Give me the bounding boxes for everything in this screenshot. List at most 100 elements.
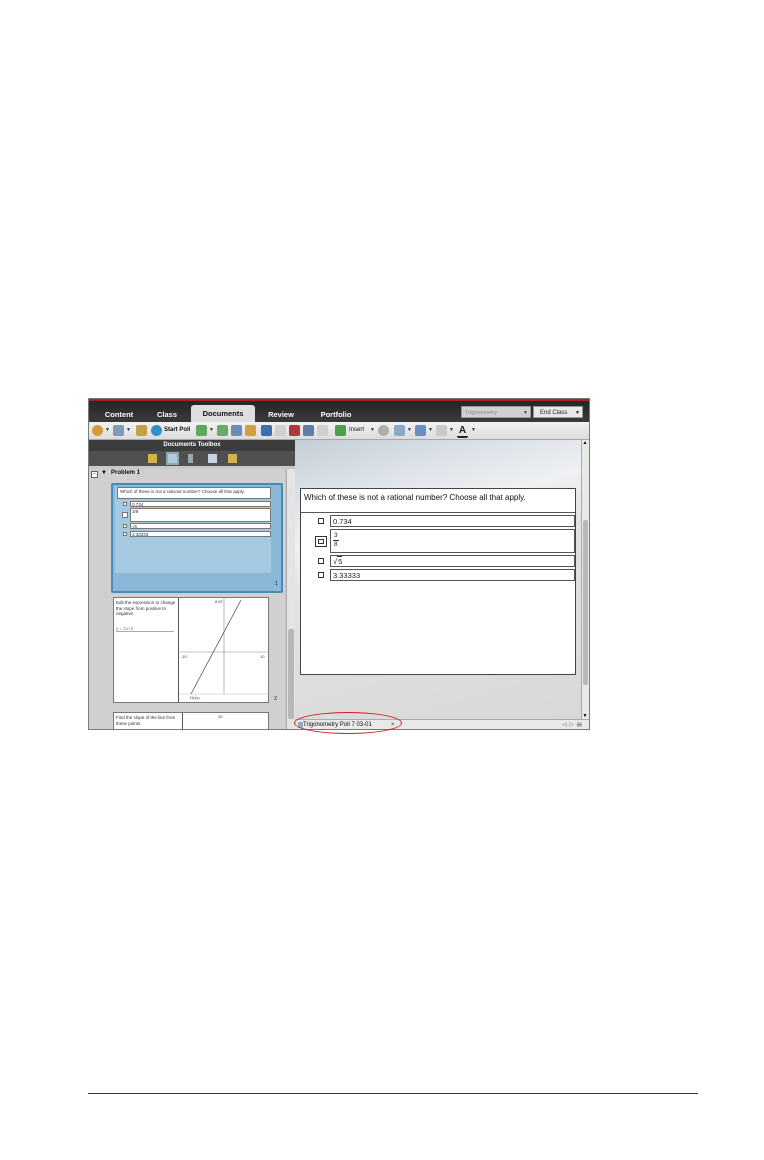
square-root: √5 [333, 556, 343, 566]
users-icon[interactable] [92, 425, 103, 436]
thumb-choice: √5 [130, 523, 271, 529]
table-icon[interactable] [394, 425, 405, 436]
collapse-icon[interactable]: − [91, 471, 98, 478]
documents-toolbox-panel: Documents Toolbox − ▼ Problem 1 Which of… [89, 440, 295, 729]
tools-icon[interactable] [148, 454, 157, 463]
close-icon[interactable]: × [391, 721, 395, 729]
fill-color-icon[interactable] [415, 425, 426, 436]
thumb-question-text: Which of these is not a rational number?… [120, 489, 245, 494]
thumb-choice-text: 3/8 [132, 509, 139, 514]
thumb-choice: 0.734 [130, 501, 271, 507]
chevron-down-icon[interactable]: ▼ [428, 425, 433, 436]
page-sorter-icon[interactable] [166, 452, 179, 465]
thumb2-expression: y = 1x+2 [116, 626, 174, 632]
thumb-choice-text: 3.33333 [132, 532, 149, 537]
fraction-denominator: 8 [334, 541, 338, 548]
copy-icon[interactable] [303, 425, 314, 436]
toolbox-icon-bar [89, 451, 295, 466]
thumb-choice-text: 0.734 [132, 502, 144, 507]
thumb-checkbox [123, 524, 127, 528]
folder-icon[interactable] [228, 454, 237, 463]
thumb3-text: Find the slope of the line from these po… [116, 715, 176, 726]
scroll-thumb[interactable] [583, 520, 588, 685]
page-number: 2 [274, 696, 278, 702]
document-tab-bar: Trigonometry Poll 7 03-01 × ◁▷▤ [295, 719, 589, 729]
thumb-choice: 3.33333 [130, 531, 271, 537]
thumb2-text: Edit the expression to change the slope … [116, 600, 176, 616]
start-poll-icon[interactable] [151, 425, 162, 436]
end-class-label: End Class [540, 410, 568, 416]
choice-3: √5 [330, 555, 575, 567]
thumb2-xmax: 10 [260, 654, 265, 659]
end-class-button[interactable]: End Class ▼ [533, 406, 583, 418]
collect-icon[interactable] [217, 425, 228, 436]
cut-icon[interactable] [289, 425, 300, 436]
insert-button[interactable]: Insert [349, 425, 364, 436]
chevron-down-icon[interactable]: ▼ [407, 425, 412, 436]
fraction-numerator: 3 [333, 532, 339, 541]
main-tab-bar: Content Class Documents Review Portfolio… [89, 399, 589, 424]
choice-checkbox-4[interactable] [318, 572, 324, 578]
question-text: Which of these is not a rational number?… [301, 489, 575, 513]
thumb-checkbox [122, 512, 128, 518]
thumb-choice-text: √5 [132, 524, 137, 529]
left-scrollbar[interactable] [286, 469, 295, 729]
save-icon[interactable] [231, 425, 242, 436]
page-thumbnail-3[interactable]: Find the slope of the line from these po… [113, 712, 269, 729]
chevron-down-icon: ▼ [523, 410, 528, 416]
thumb2-graph [179, 598, 269, 695]
footer-rule [88, 1093, 698, 1094]
screen-capture-icon[interactable] [113, 425, 124, 436]
thumb2-graph-label: f1(x)= [190, 695, 201, 700]
thumb-choice: 3/8 [130, 508, 271, 522]
thumb3-divider [182, 713, 183, 729]
problem-label[interactable]: Problem 1 [111, 470, 140, 476]
choice-4: 3.33333 [330, 569, 575, 581]
undo-icon[interactable] [261, 425, 272, 436]
thumb2-ymax: 6.67 [215, 599, 223, 604]
class-select[interactable]: Trigonometry ▼ [461, 406, 531, 418]
page-thumbnail-2[interactable]: Edit the expression to change the slope … [113, 597, 269, 703]
thumb-question: Which of these is not a rational number?… [117, 487, 271, 499]
expand-arrow-icon: ▼ [101, 470, 107, 476]
document-workspace: Which of these is not a rational number?… [295, 440, 581, 719]
right-scrollbar[interactable]: ▲ ▼ [581, 440, 589, 719]
thumb-checkbox [123, 502, 127, 506]
page-thumbnail-bg [115, 487, 271, 573]
toolbox-title: Documents Toolbox [89, 440, 295, 451]
scroll-up-icon[interactable]: ▲ [582, 440, 588, 446]
scroll-thumb[interactable] [288, 629, 294, 719]
calculator-icon[interactable] [378, 425, 389, 436]
start-poll-button[interactable]: Start Poll [164, 425, 190, 436]
toolbar: ▼ ▼ Start Poll ▼ Insert ▼ ▼ ▼ ▼ A ▼ [89, 422, 589, 440]
app-window: Content Class Documents Review Portfolio… [88, 398, 590, 730]
lock-icon[interactable] [136, 425, 147, 436]
text-color-icon[interactable]: A [457, 425, 468, 438]
chevron-down-icon[interactable]: ▼ [105, 425, 110, 436]
choice-checkbox-1[interactable] [318, 518, 324, 524]
insert-icon[interactable] [335, 425, 346, 436]
chevron-down-icon[interactable]: ▼ [126, 425, 131, 436]
class-select-value: Trigonometry [465, 410, 498, 416]
chevron-down-icon[interactable]: ▼ [370, 425, 375, 436]
library-icon[interactable] [208, 454, 217, 463]
redo-icon[interactable] [275, 425, 286, 436]
paste-icon[interactable] [317, 425, 328, 436]
chevron-down-icon[interactable]: ▼ [449, 425, 454, 436]
calculator-icon[interactable] [188, 454, 193, 463]
thumb3-value: 10 [218, 714, 223, 719]
tab-navigation[interactable]: ◁▷▤ [562, 721, 585, 729]
document-tab[interactable]: Trigonometry Poll 7 03-01 [303, 721, 372, 729]
send-icon[interactable] [196, 425, 207, 436]
page-thumbnail-1[interactable]: Which of these is not a rational number?… [111, 483, 283, 593]
line-color-icon[interactable] [436, 425, 447, 436]
checkbox-inner [318, 539, 324, 544]
chevron-down-icon[interactable]: ▼ [471, 425, 476, 436]
settings-icon[interactable] [245, 425, 256, 436]
chevron-down-icon: ▼ [575, 410, 580, 416]
chevron-down-icon[interactable]: ▼ [209, 425, 214, 436]
choice-checkbox-3[interactable] [318, 558, 324, 564]
page-number: 1 [275, 581, 279, 587]
thumb-checkbox [123, 532, 127, 536]
thumb2-xmin: -10 [181, 654, 187, 659]
